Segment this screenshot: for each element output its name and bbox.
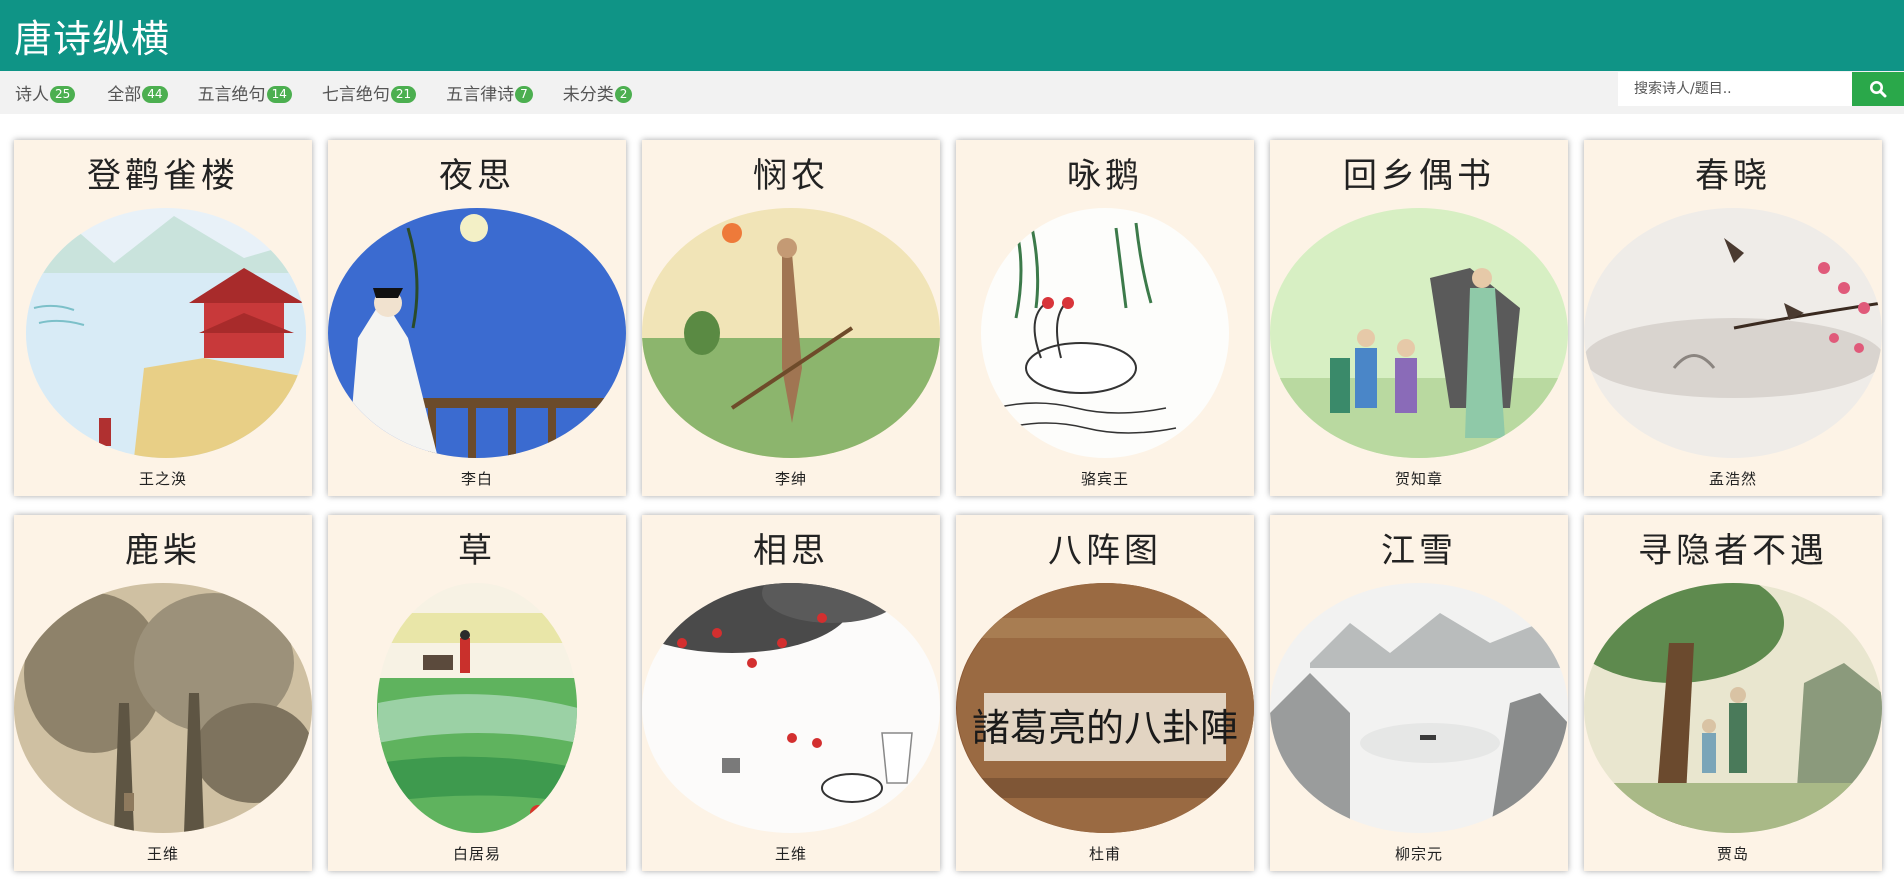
app-title[interactable]: 唐诗纵横 [14,8,170,63]
poem-title: 草 [458,531,496,571]
poem-illustration [981,208,1229,458]
poem-grid: 登鹳雀楼 王之涣 夜思 李白 悯农 李绅 咏鹅 骆宾王 回乡偶书 贺知章 春晓 … [14,140,1882,871]
poem-author: 王之涣 [138,470,187,488]
poem-author: 王维 [146,845,179,863]
poem-author: 王维 [774,845,807,863]
poem-author: 孟浩然 [1708,470,1757,488]
poem-card[interactable]: 相思 王维 [642,515,940,871]
poem-author: 李白 [460,470,493,488]
count-badge: 7 [515,86,533,103]
poem-card[interactable]: 夜思 李白 [328,140,626,496]
nav-item-label: 未分类 [562,85,614,105]
count-badge: 21 [390,86,417,103]
poem-illustration [1584,208,1882,458]
poem-card[interactable]: 八阵图 諸葛亮的八卦陣 杜甫 [956,515,1254,871]
nav-item-label: 全部 [107,85,142,105]
nav-item-label: 五言绝句 [197,85,266,105]
poem-author: 柳宗元 [1394,845,1443,863]
poem-author: 贾岛 [1716,845,1749,863]
nav-item-label: 五言律诗 [446,85,515,105]
poem-author: 李绅 [774,470,807,488]
nav-item-seven-char-quatrain[interactable]: 七言绝句 21 [321,71,417,114]
poem-illustration [328,208,626,458]
search-button[interactable] [1852,72,1904,106]
svg-text:諸葛亮的八卦陣: 諸葛亮的八卦陣 [972,706,1238,750]
poem-author: 贺知章 [1394,470,1443,488]
poem-title: 鹿柴 [125,531,201,571]
poem-title: 咏鹅 [1067,156,1143,196]
poem-illustration [1270,208,1568,458]
nav-item-five-char-regulated[interactable]: 五言律诗 7 [446,71,533,114]
poem-illustration [642,583,940,833]
poem-illustration [377,583,577,833]
nav-item-five-char-quatrain[interactable]: 五言绝句 14 [198,71,292,114]
nav-item-uncategorized[interactable]: 未分类 2 [563,71,633,114]
poem-title: 悯农 [753,156,829,196]
poem-illustration [14,583,312,833]
poem-illustration [1584,583,1882,833]
poem-card[interactable]: 春晓 孟浩然 [1584,140,1882,496]
poem-card[interactable]: 登鹳雀楼 王之涣 [14,140,312,496]
count-badge: 25 [50,86,76,103]
poem-illustration: 諸葛亮的八卦陣 [956,583,1254,833]
search-input[interactable] [1618,72,1852,106]
poem-title: 江雪 [1381,531,1457,571]
poem-title: 寻隐者不遇 [1638,531,1828,571]
nav-item-poets[interactable]: 诗人 25 [15,71,76,114]
poem-card[interactable]: 鹿柴 王维 [14,515,312,871]
search-icon [1870,81,1887,98]
poem-card[interactable]: 草 白居易 [328,515,626,871]
count-badge: 44 [142,86,168,103]
poem-author: 杜甫 [1088,845,1121,863]
poem-title: 登鹳雀楼 [87,156,239,196]
poem-title: 相思 [753,531,829,571]
poem-author: 白居易 [452,845,501,863]
poem-card[interactable]: 悯农 李绅 [642,140,940,496]
poem-title: 回乡偶书 [1343,156,1495,196]
poem-title: 夜思 [439,156,515,196]
poem-card[interactable]: 回乡偶书 贺知章 [1270,140,1568,496]
nav-item-label: 诗人 [15,85,49,105]
poem-illustration [1270,583,1568,833]
poem-author: 骆宾王 [1080,470,1129,488]
poem-illustration [642,208,940,458]
poem-card[interactable]: 咏鹅 骆宾王 [956,140,1254,496]
app-header: 唐诗纵横 [0,0,1904,71]
category-nav: 诗人 25 全部 44 五言绝句 14 七言绝句 21 五言律诗 7 未分类 2 [0,71,1904,114]
nav-item-label: 七言绝句 [321,85,390,105]
poem-title: 八阵图 [1048,531,1162,571]
poem-title: 春晓 [1695,156,1771,196]
nav-item-all[interactable]: 全部 44 [107,71,168,114]
count-badge: 14 [266,86,292,103]
poem-card[interactable]: 寻隐者不遇 贾岛 [1584,515,1882,871]
poem-illustration [26,208,306,458]
search-box [1618,72,1904,106]
poem-card[interactable]: 江雪 柳宗元 [1270,515,1568,871]
count-badge: 2 [614,86,633,103]
